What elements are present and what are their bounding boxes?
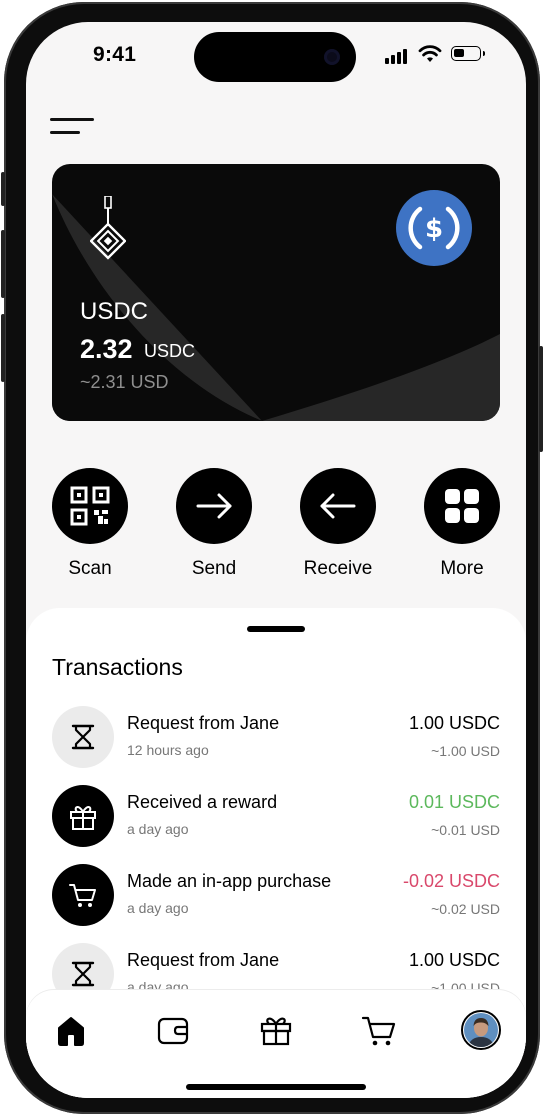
- tab-wallet[interactable]: [153, 1010, 193, 1050]
- volume-down-button: [1, 314, 5, 382]
- transaction-row[interactable]: Made an in-app purchase a day ago -0.02 …: [52, 864, 500, 928]
- transaction-row[interactable]: Request from Jane 12 hours ago 1.00 USDC…: [52, 706, 500, 770]
- more-button[interactable]: More: [412, 468, 512, 583]
- balance-card[interactable]: $ USDC 2.32 USDC ~2.31 USD: [52, 164, 500, 421]
- transaction-title: Made an in-app purchase: [127, 871, 332, 891]
- send-label: Send: [191, 558, 237, 579]
- receive-label: Receive: [303, 558, 373, 579]
- transaction-amount: 1.00 USDC: [408, 713, 500, 733]
- arrow-right-icon: [196, 493, 232, 519]
- status-time: 9:41: [93, 43, 137, 66]
- hourglass-icon: [52, 706, 114, 768]
- key-logo-icon: [90, 196, 126, 260]
- transactions-title: Transactions: [52, 654, 183, 680]
- tab-rewards[interactable]: [256, 1010, 296, 1050]
- receive-button[interactable]: Receive: [288, 468, 388, 583]
- app-screen: 9:41 $ USDC 2.32 USDC ~2.31 USD Scan Sen…: [26, 22, 526, 1098]
- tab-bar: [26, 990, 526, 1098]
- battery-icon: [451, 46, 485, 61]
- scan-label: Scan: [68, 558, 112, 579]
- quick-actions: Scan Send Receive More: [26, 468, 526, 588]
- qr-code-icon: [70, 486, 110, 526]
- mute-switch: [1, 172, 5, 206]
- wifi-icon: [418, 45, 442, 62]
- card-balance: 2.32: [80, 334, 133, 364]
- transaction-fiat: ~0.01 USD: [431, 822, 500, 838]
- transaction-amount: 1.00 USDC: [408, 950, 500, 970]
- dynamic-island: [194, 32, 356, 82]
- send-button[interactable]: Send: [164, 468, 264, 583]
- gift-icon: [52, 785, 114, 847]
- cellular-signal-icon: [385, 48, 411, 64]
- usdc-coin-icon: $: [396, 190, 472, 266]
- svg-text:$: $: [425, 214, 443, 244]
- home-indicator: [186, 1084, 366, 1090]
- home-icon: [58, 1017, 84, 1046]
- sheet-drag-handle[interactable]: [247, 626, 305, 632]
- cart-icon: [52, 864, 114, 926]
- transaction-title: Request from Jane: [127, 713, 280, 733]
- avatar: [461, 1010, 501, 1050]
- transaction-row[interactable]: Received a reward a day ago 0.01 USDC ~0…: [52, 785, 500, 849]
- transaction-amount: 0.01 USDC: [408, 792, 500, 812]
- grid-icon: [445, 489, 479, 523]
- card-token-name: USDC: [80, 298, 149, 325]
- tab-shop[interactable]: [359, 1010, 399, 1050]
- transaction-fiat: ~0.02 USD: [431, 901, 500, 917]
- front-camera: [324, 49, 340, 65]
- power-button: [539, 346, 543, 452]
- more-label: More: [440, 558, 484, 579]
- card-fiat-value: ~2.31 USD: [80, 372, 169, 392]
- gift-icon: [260, 1017, 292, 1046]
- transaction-title: Received a reward: [127, 792, 278, 812]
- tab-profile[interactable]: [461, 1010, 501, 1050]
- status-bar: 9:41: [26, 22, 526, 92]
- volume-up-button: [1, 230, 5, 298]
- cart-icon: [361, 1016, 396, 1046]
- transaction-title: Request from Jane: [127, 950, 280, 970]
- phone-frame: 9:41 $ USDC 2.32 USDC ~2.31 USD Scan Sen…: [1, 2, 543, 1114]
- scan-button[interactable]: Scan: [40, 468, 140, 583]
- transaction-time: 12 hours ago: [127, 742, 209, 758]
- arrow-left-icon: [320, 493, 356, 519]
- card-balance-unit: USDC: [144, 341, 196, 361]
- transaction-amount: -0.02 USDC: [402, 871, 500, 891]
- menu-button[interactable]: [50, 118, 94, 140]
- transaction-time: a day ago: [127, 821, 189, 837]
- transaction-fiat: ~1.00 USD: [431, 743, 500, 759]
- tab-home[interactable]: [51, 1010, 91, 1050]
- transaction-time: a day ago: [127, 900, 189, 916]
- wallet-icon: [157, 1017, 189, 1045]
